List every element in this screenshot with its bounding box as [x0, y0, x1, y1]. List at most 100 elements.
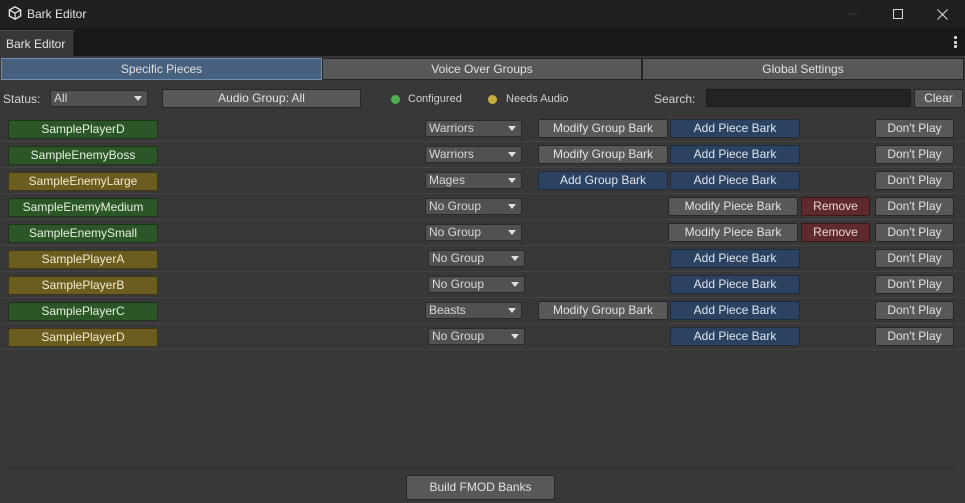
piece-name-button[interactable]: SamplePlayerD	[8, 328, 158, 347]
editor-tab-bar: Bark Editor	[0, 28, 965, 56]
dont-play-button[interactable]: Don't Play	[875, 145, 954, 164]
title-bar: Bark Editor	[0, 0, 965, 28]
group-bark-button[interactable]: Add Group Bark	[538, 171, 668, 190]
group-dropdown[interactable]: No Group	[428, 250, 525, 267]
chevron-down-icon	[508, 126, 516, 131]
legend-configured-label: Configured	[408, 93, 462, 105]
list-item: SamplePlayerD No Group Add Piece Bark Don't…	[0, 324, 965, 350]
dont-play-button[interactable]: Don't Play	[875, 275, 954, 294]
remove-button[interactable]: Remove	[801, 197, 870, 216]
configured-dot-icon	[391, 95, 400, 104]
group-dropdown[interactable]: Warriors	[425, 120, 522, 137]
group-dropdown[interactable]: No Group	[428, 328, 525, 345]
status-label: Status:	[3, 92, 41, 106]
group-bark-button[interactable]: Modify Group Bark	[538, 119, 668, 138]
piece-bark-button[interactable]: Add Piece Bark	[670, 275, 800, 294]
close-icon	[936, 8, 948, 20]
piece-name-button[interactable]: SamplePlayerA	[8, 250, 158, 269]
needs-audio-dot-icon	[488, 95, 497, 104]
group-dropdown-value: No Group	[429, 199, 482, 213]
piece-name-button[interactable]: SamplePlayerD	[8, 120, 158, 139]
piece-bark-button[interactable]: Modify Piece Bark	[668, 197, 798, 216]
window-title: Bark Editor	[27, 7, 87, 21]
app-cube-icon	[8, 6, 22, 20]
tab-menu-icon[interactable]	[948, 34, 962, 50]
footer-divider	[8, 467, 957, 468]
maximize-button[interactable]	[875, 0, 921, 28]
dont-play-button[interactable]: Don't Play	[875, 223, 954, 242]
chevron-down-icon	[508, 308, 516, 313]
group-dropdown-value: No Group	[432, 277, 485, 291]
list-item: SamplePlayerB No Group Add Piece Bark Don't…	[0, 272, 965, 298]
piece-bark-button[interactable]: Modify Piece Bark	[668, 223, 798, 242]
list-item: SamplePlayerA No Group Add Piece Bark Don't…	[0, 246, 965, 272]
piece-name-button[interactable]: SampleEnemySmall	[8, 224, 158, 243]
group-dropdown[interactable]: No Group	[425, 198, 522, 215]
chevron-down-icon	[511, 334, 519, 339]
status-dropdown-value: All	[54, 91, 68, 105]
chevron-down-icon	[508, 230, 516, 235]
group-dropdown-value: Warriors	[429, 121, 474, 135]
piece-bark-button[interactable]: Add Piece Bark	[670, 145, 800, 164]
maximize-icon	[893, 9, 903, 19]
minimize-button[interactable]	[829, 0, 875, 28]
list-item: SampleEnemyBoss Warriors Modify Group Bark…	[0, 142, 965, 168]
list-item: SampleEnemyMedium No Group Modify Piece Ba…	[0, 194, 965, 220]
piece-name-button[interactable]: SampleEnemyMedium	[8, 198, 158, 217]
chevron-down-icon	[508, 204, 516, 209]
list-item: SampleEnemySmall No Group Modify Piece Bar…	[0, 220, 965, 246]
group-dropdown-value: Beasts	[429, 303, 466, 317]
group-bark-button[interactable]: Modify Group Bark	[538, 145, 668, 164]
tab-bark-editor[interactable]: Bark Editor	[0, 30, 74, 56]
piece-list: SamplePlayerD Warriors Modify Group Bark Ad…	[0, 116, 965, 350]
group-dropdown[interactable]: No Group	[425, 224, 522, 241]
main-tab-bar: Specific Pieces Voice Over Groups Global…	[1, 58, 964, 80]
group-dropdown-value: No Group	[432, 251, 485, 265]
group-dropdown[interactable]: Mages	[425, 172, 522, 189]
piece-name-button[interactable]: SamplePlayerC	[8, 302, 158, 321]
dont-play-button[interactable]: Don't Play	[875, 301, 954, 320]
legend-needs-audio-label: Needs Audio	[506, 93, 569, 105]
close-button[interactable]	[919, 0, 965, 28]
minimize-icon	[847, 13, 857, 15]
piece-bark-button[interactable]: Add Piece Bark	[670, 119, 800, 138]
list-item: SampleEnemyLarge Mages Add Group Bark Add P…	[0, 168, 965, 194]
list-item: SamplePlayerD Warriors Modify Group Bark Ad…	[0, 116, 965, 142]
chevron-down-icon	[508, 152, 516, 157]
chevron-down-icon	[134, 96, 142, 101]
dont-play-button[interactable]: Don't Play	[875, 197, 954, 216]
search-input[interactable]	[706, 89, 911, 107]
piece-bark-button[interactable]: Add Piece Bark	[670, 327, 800, 346]
group-dropdown-value: No Group	[429, 225, 482, 239]
piece-name-button[interactable]: SamplePlayerB	[8, 276, 158, 295]
chevron-down-icon	[508, 178, 516, 183]
group-dropdown-value: No Group	[432, 329, 485, 343]
tab-specific-pieces[interactable]: Specific Pieces	[1, 58, 322, 80]
list-item: SamplePlayerC Beasts Modify Group Bark Add …	[0, 298, 965, 324]
group-dropdown[interactable]: Beasts	[425, 302, 522, 319]
dont-play-button[interactable]: Don't Play	[875, 327, 954, 346]
tab-global-settings[interactable]: Global Settings	[642, 58, 964, 80]
piece-name-button[interactable]: SampleEnemyBoss	[8, 146, 158, 165]
piece-bark-button[interactable]: Add Piece Bark	[670, 171, 800, 190]
piece-bark-button[interactable]: Add Piece Bark	[670, 301, 800, 320]
group-dropdown[interactable]: Warriors	[425, 146, 522, 163]
search-label: Search:	[654, 92, 696, 106]
group-dropdown[interactable]: No Group	[428, 276, 525, 293]
piece-bark-button[interactable]: Add Piece Bark	[670, 249, 800, 268]
piece-name-button[interactable]: SampleEnemyLarge	[8, 172, 158, 191]
status-dropdown[interactable]: All	[50, 90, 148, 107]
dont-play-button[interactable]: Don't Play	[875, 119, 954, 138]
clear-search-button[interactable]: Clear	[914, 89, 963, 108]
chevron-down-icon	[511, 256, 519, 261]
dont-play-button[interactable]: Don't Play	[875, 171, 954, 190]
build-fmod-banks-button[interactable]: Build FMOD Banks	[406, 475, 555, 500]
group-dropdown-value: Mages	[429, 173, 466, 187]
remove-button[interactable]: Remove	[801, 223, 870, 242]
group-bark-button[interactable]: Modify Group Bark	[538, 301, 668, 320]
tab-voice-over-groups[interactable]: Voice Over Groups	[322, 58, 642, 80]
dont-play-button[interactable]: Don't Play	[875, 249, 954, 268]
audio-group-filter-button[interactable]: Audio Group: All	[162, 89, 361, 108]
chevron-down-icon	[511, 282, 519, 287]
group-dropdown-value: Warriors	[429, 147, 474, 161]
